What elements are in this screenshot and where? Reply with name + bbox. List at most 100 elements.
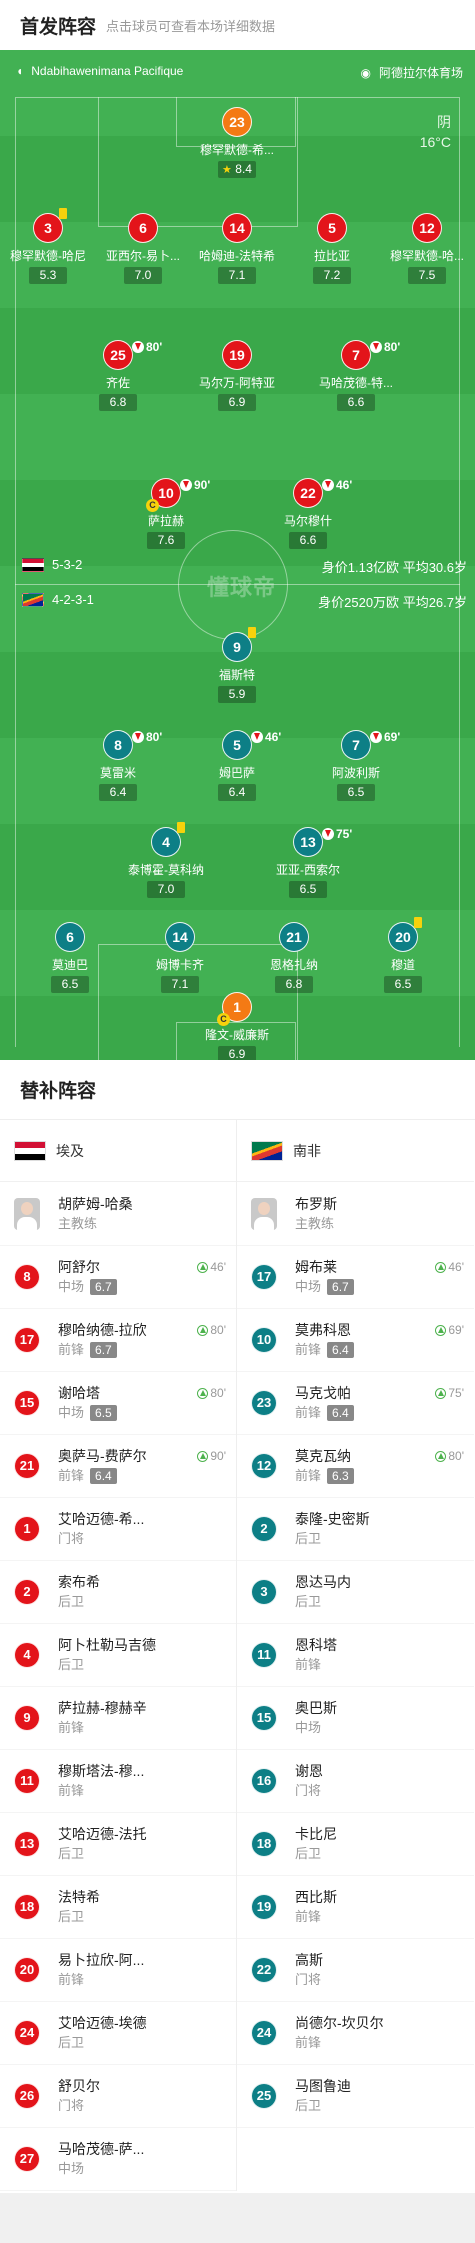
player-egypt-fwd-1[interactable]: 10 90' C 萨拉赫 7.6	[118, 478, 214, 549]
sub-player-row[interactable]: 20 易卜拉欣-阿... 前锋	[0, 1939, 236, 2002]
coach-name: 胡萨姆-哈桑	[58, 1195, 133, 1212]
sub-player-row[interactable]: 11 穆斯塔法-穆... 前锋	[0, 1750, 236, 1813]
player-rsa-def-4[interactable]: 20 穆道 6.5	[355, 917, 451, 993]
sub-off-indicator: 90'	[180, 471, 210, 499]
jersey-number: 21	[279, 922, 309, 952]
player-egypt-mid-3[interactable]: 7 80' 马哈茂德-特... 6.6	[308, 340, 404, 411]
jersey-number: 12	[412, 213, 442, 243]
player-egypt-def-5[interactable]: 12 穆罕默德-哈... 7.5	[379, 213, 475, 284]
sub-player-row[interactable]: 25 马图鲁迪 后卫	[237, 2065, 474, 2128]
coach-name: 布罗斯	[295, 1195, 337, 1212]
player-rating: 6.9	[218, 1046, 256, 1060]
player-rsa-dm-1[interactable]: 4 泰博霍-莫科纳 7.0	[118, 822, 214, 898]
sub-player-row[interactable]: 23 马克戈帕 前锋 6.4 75'	[237, 1372, 474, 1435]
player-name: 艾哈迈德-希...	[58, 1511, 145, 1527]
player-rsa-am-2[interactable]: 5 46' 姆巴萨 6.4	[189, 730, 285, 801]
player-rsa-def-1[interactable]: 6 莫迪巴 6.5	[22, 922, 118, 993]
player-position: 后卫	[58, 1846, 85, 1861]
sub-player-row[interactable]: 12 莫克瓦纳 前锋 6.3 80'	[237, 1435, 474, 1498]
sub-player-row[interactable]: 19 西比斯 前锋	[237, 1876, 474, 1939]
sub-player-row[interactable]: 26 舒贝尔 门将	[0, 2065, 236, 2128]
player-position: 后卫	[295, 2098, 322, 2113]
jersey-number: 3	[33, 208, 67, 243]
weather: 阴 16°C	[420, 112, 451, 152]
stadium-icon: ◉	[360, 65, 371, 80]
sub-player-row[interactable]: 2 泰隆-史密斯 后卫	[237, 1498, 474, 1561]
player-rsa-def-2[interactable]: 14 姆博卡齐 7.1	[132, 922, 228, 993]
player-egypt-mid-1[interactable]: 25 80' 齐佐 6.8	[70, 340, 166, 411]
sub-player-row[interactable]: 24 尚德尔-坎贝尔 前锋	[237, 2002, 474, 2065]
player-egypt-def-2[interactable]: 6 亚西尔-易卜... 7.0	[95, 213, 191, 284]
jersey-number: 26	[14, 2083, 40, 2109]
sub-player-row[interactable]: 18 法特希 后卫	[0, 1876, 236, 1939]
egypt-subs-header: 埃及	[0, 1120, 236, 1182]
weather-temperature: 16°C	[419, 134, 451, 150]
sub-player-row[interactable]: 2 索布希 后卫	[0, 1561, 236, 1624]
coach-row[interactable]: 胡萨姆-哈桑 主教练	[0, 1182, 236, 1246]
player-position: 中场	[58, 1279, 85, 1294]
sub-on-icon	[435, 1261, 447, 1273]
player-egypt-def-4[interactable]: 5 拉比亚 7.2	[284, 213, 380, 284]
player-position: 门将	[295, 1972, 322, 1987]
sub-on-indicator: 80'	[197, 1386, 226, 1400]
jersey-number: 23	[222, 107, 252, 137]
sub-player-row[interactable]: 15 奥巴斯 中场	[237, 1687, 474, 1750]
player-position: 前锋	[58, 1468, 85, 1483]
player-rsa-gk[interactable]: 1C 隆文-威廉斯 6.9	[189, 992, 285, 1060]
jersey-number: 4	[14, 1642, 40, 1668]
player-egypt-def-1[interactable]: 3 穆罕默德-哈尼 5.3	[0, 208, 96, 284]
sub-player-row[interactable]: 16 谢恩 门将	[237, 1750, 474, 1813]
coach-row[interactable]: 布罗斯 主教练	[237, 1182, 474, 1246]
player-rating: 7.1	[218, 267, 256, 284]
player-position: 后卫	[58, 1594, 85, 1609]
jersey-number: 15	[14, 1390, 40, 1416]
captain-icon: C	[146, 499, 159, 512]
player-position: 前锋	[295, 1405, 322, 1420]
player-rsa-am-3[interactable]: 7 69' 阿波利斯 6.5	[308, 730, 404, 801]
sub-player-row[interactable]: 17 姆布莱 中场 6.7 46'	[237, 1246, 474, 1309]
player-egypt-def-3[interactable]: 14 哈姆迪-法特希 7.1	[189, 213, 285, 284]
sub-player-row[interactable]: 3 恩达马内 后卫	[237, 1561, 474, 1624]
page-hint: 点击球员可查看本场详细数据	[106, 18, 276, 34]
player-rating: 6.8	[275, 976, 313, 993]
sub-player-row[interactable]: 13 艾哈迈德-法托 后卫	[0, 1813, 236, 1876]
jersey-number: 24	[14, 2020, 40, 2046]
player-name: 穆罕默德-哈...	[390, 249, 464, 263]
sub-off-icon	[370, 731, 382, 743]
sub-player-row[interactable]: 21 奥萨马-费萨尔 前锋 6.4 90'	[0, 1435, 236, 1498]
sub-player-row[interactable]: 1 艾哈迈德-希... 门将	[0, 1498, 236, 1561]
player-rating: 6.5	[337, 784, 375, 801]
player-position: 前锋	[295, 1342, 322, 1357]
sub-player-row[interactable]: 27 马哈茂德-萨... 中场	[0, 2128, 236, 2191]
sub-player-row[interactable]: 15 谢哈塔 中场 6.5 80'	[0, 1372, 236, 1435]
sub-player-row[interactable]: 24 艾哈迈德-埃德 后卫	[0, 2002, 236, 2065]
jersey-number: 13 75'	[293, 827, 352, 857]
player-rsa-dm-2[interactable]: 13 75' 亚亚-西索尔 6.5	[260, 827, 356, 898]
weather-condition: 阴	[437, 114, 451, 130]
player-egypt-fwd-2[interactable]: 22 46' 马尔穆什 6.6	[260, 478, 356, 549]
player-position: 前锋	[58, 1972, 85, 1987]
sub-player-row[interactable]: 11 恩科塔 前锋	[237, 1624, 474, 1687]
sub-on-indicator: 75'	[435, 1386, 464, 1400]
jersey-number: 27	[14, 2146, 40, 2172]
sub-player-row[interactable]: 10 莫弗科恩 前锋 6.4 69'	[237, 1309, 474, 1372]
jersey-number: 1C	[217, 992, 252, 1026]
sub-player-row[interactable]: 8 阿舒尔 中场 6.7 46'	[0, 1246, 236, 1309]
player-position: 前锋	[295, 1657, 322, 1672]
player-rsa-am-1[interactable]: 8 80' 莫雷米 6.4	[70, 730, 166, 801]
sub-player-row[interactable]: 4 阿卜杜勒马吉德 后卫	[0, 1624, 236, 1687]
sub-player-row[interactable]: 9 萨拉赫-穆赫辛 前锋	[0, 1687, 236, 1750]
sub-player-row[interactable]: 22 高斯 门将	[237, 1939, 474, 2002]
player-egypt-gk[interactable]: 23 穆罕默德-希... ★ 8.4	[189, 107, 285, 178]
player-egypt-mid-2[interactable]: 19 马尔万-阿特亚 6.9	[189, 340, 285, 411]
player-rsa-def-3[interactable]: 21 恩格扎纳 6.8	[246, 922, 342, 993]
south-africa-formation-value: 4-2-3-1	[52, 592, 94, 607]
player-name: 莫弗科恩	[295, 1322, 351, 1338]
player-position: 中场	[58, 1405, 85, 1420]
player-name: 恩格扎纳	[269, 958, 318, 972]
player-name: 泰隆-史密斯	[295, 1511, 370, 1527]
sub-player-row[interactable]: 17 穆哈纳德-拉欣 前锋 6.7 80'	[0, 1309, 236, 1372]
jersey-number: 25	[251, 2083, 277, 2109]
sub-player-row[interactable]: 18 卡比尼 后卫	[237, 1813, 474, 1876]
player-rsa-fwd[interactable]: 9 福斯特 5.9	[189, 627, 285, 703]
